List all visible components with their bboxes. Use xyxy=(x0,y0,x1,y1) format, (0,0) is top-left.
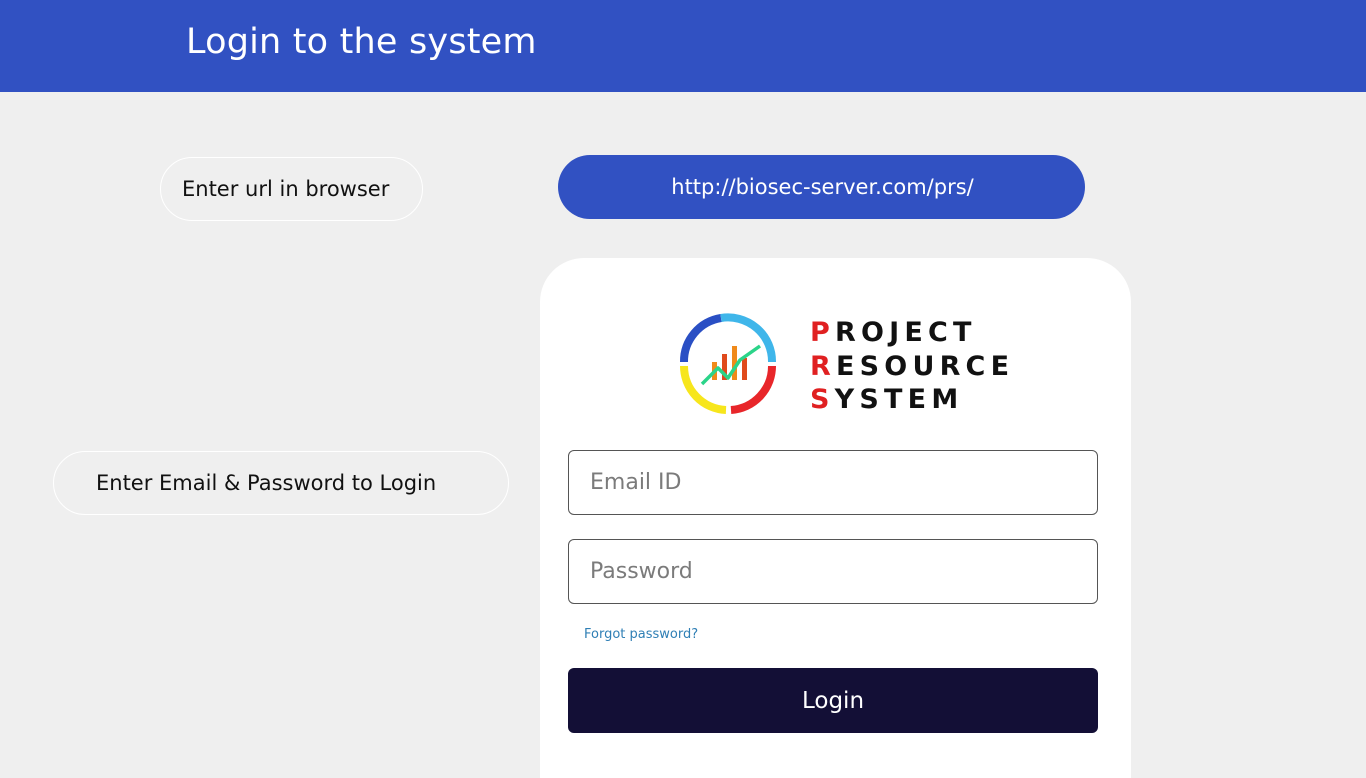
header-bar: Login to the system xyxy=(0,0,1366,92)
login-button[interactable]: Login xyxy=(568,668,1098,733)
step-label-login: Enter Email & Password to Login xyxy=(53,451,509,515)
email-field[interactable] xyxy=(568,450,1098,515)
step-label-url: Enter url in browser xyxy=(160,157,423,221)
page-title: Login to the system xyxy=(186,22,537,62)
url-display: http://biosec-server.com/prs/ xyxy=(558,155,1085,219)
password-field[interactable] xyxy=(568,539,1098,604)
chart-ring-logo-icon xyxy=(679,313,777,414)
forgot-password-link[interactable]: Forgot password? xyxy=(584,627,698,642)
brand-wordmark: PROJECT RESOURCE SYSTEM xyxy=(810,317,1015,415)
